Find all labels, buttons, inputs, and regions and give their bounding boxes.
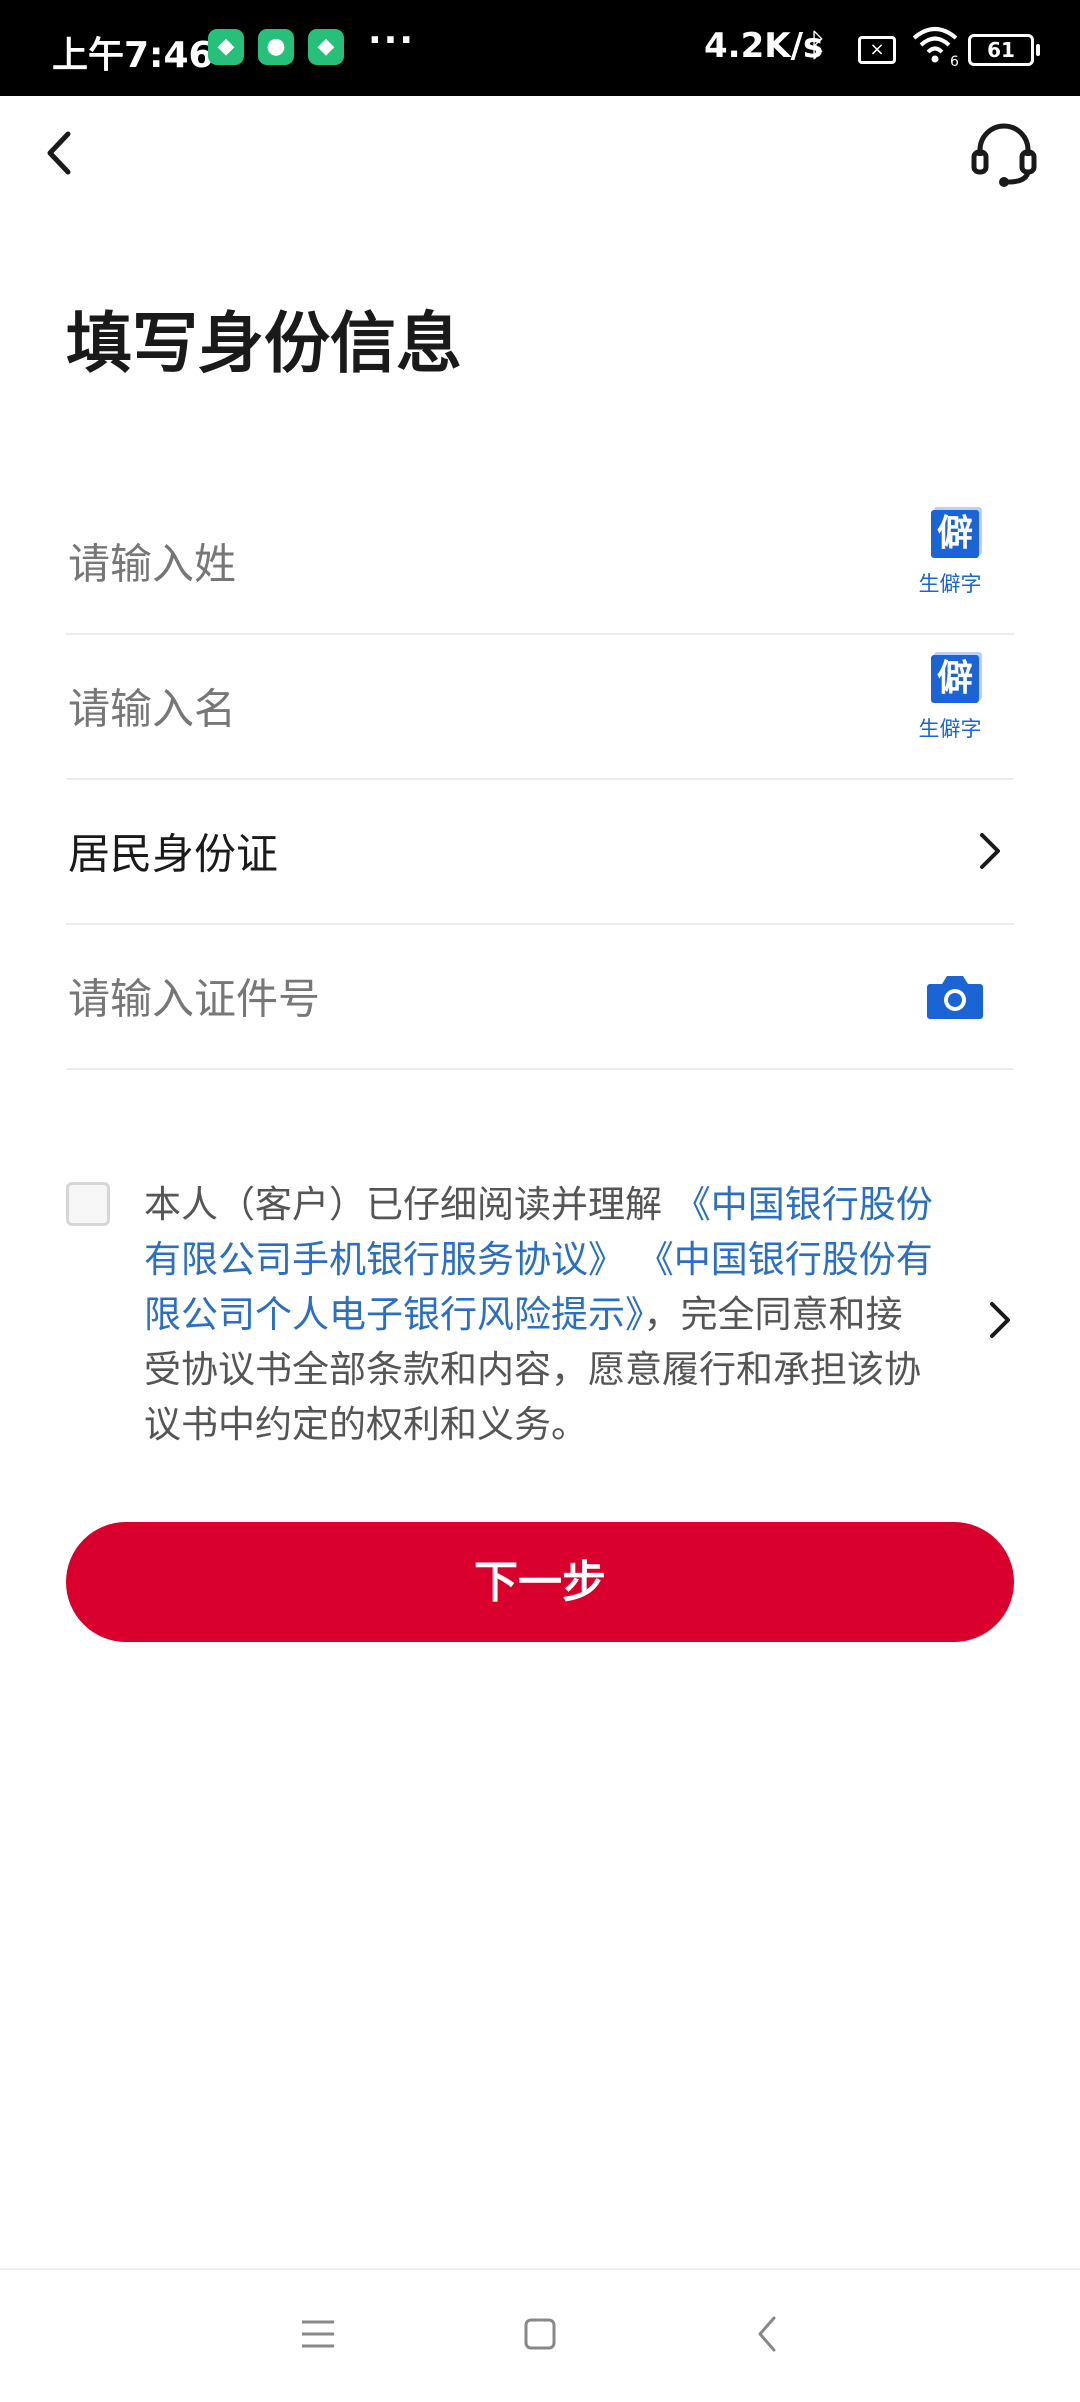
status-bar: 上午7:46 ◆ ● ◆ ··· 4.2K/s ᛒ × 6 61 (0, 0, 1080, 96)
back-icon[interactable] (36, 122, 88, 184)
wifi-badge: 6 (950, 54, 959, 68)
camera-icon[interactable] (926, 972, 984, 1020)
status-time: 上午7:46 (52, 35, 214, 76)
id-type-selector[interactable]: 居民身份证 (66, 778, 1014, 925)
id-number-input[interactable]: 请输入证件号 (68, 965, 320, 1026)
home-icon[interactable] (520, 2314, 560, 2354)
rare-char-label: 生僻字 (918, 572, 982, 596)
surname-field[interactable]: 请输入姓 僻 生僻字 (66, 488, 1014, 635)
agreement-prefix: 本人（客户）已仔细阅读并理解 (144, 1183, 662, 1226)
given-name-field[interactable]: 请输入名 僻 生僻字 (66, 633, 1014, 780)
shield-app-icon: ◆ (208, 29, 244, 65)
rare-char-button-surname[interactable]: 僻 生僻字 (919, 510, 990, 604)
next-button[interactable]: 下一步 (66, 1522, 1014, 1642)
given-name-input[interactable]: 请输入名 (68, 675, 236, 736)
id-type-value: 居民身份证 (68, 829, 279, 878)
chevron-right-icon (980, 832, 1000, 869)
wifi-icon: 6 (912, 27, 959, 68)
rare-char-label: 生僻字 (918, 717, 982, 741)
headset-icon[interactable] (968, 118, 1040, 190)
menu-icon[interactable] (298, 2314, 338, 2354)
agreement-chevron-right-icon[interactable] (984, 1296, 1014, 1344)
battery-icon: 61 (968, 34, 1040, 66)
page-title: 填写身份信息 (66, 305, 462, 382)
id-number-field[interactable]: 请输入证件号 (66, 923, 1014, 1070)
wechat-icon: ● (258, 29, 294, 65)
rare-char-button-given-name[interactable]: 僻 生僻字 (919, 655, 990, 749)
bluetooth-icon: ᛒ (808, 26, 828, 64)
agreement-text: 本人（客户）已仔细阅读并理解 《中国银行股份有限公司手机银行服务协议》 《中国银… (144, 1177, 934, 1452)
nav-back-icon[interactable] (748, 2312, 788, 2356)
agreement-checkbox[interactable] (66, 1182, 110, 1226)
shield-app-icon: ◆ (308, 29, 344, 65)
surname-input[interactable]: 请输入姓 (68, 530, 236, 591)
system-nav-bar (0, 2268, 1080, 2402)
no-sim-icon: × (858, 36, 896, 64)
rare-char-icon: 僻 (931, 510, 979, 558)
network-speed: 4.2K/s (704, 26, 824, 66)
more-notifications-icon: ··· (368, 20, 416, 61)
rare-char-icon: 僻 (931, 655, 979, 703)
